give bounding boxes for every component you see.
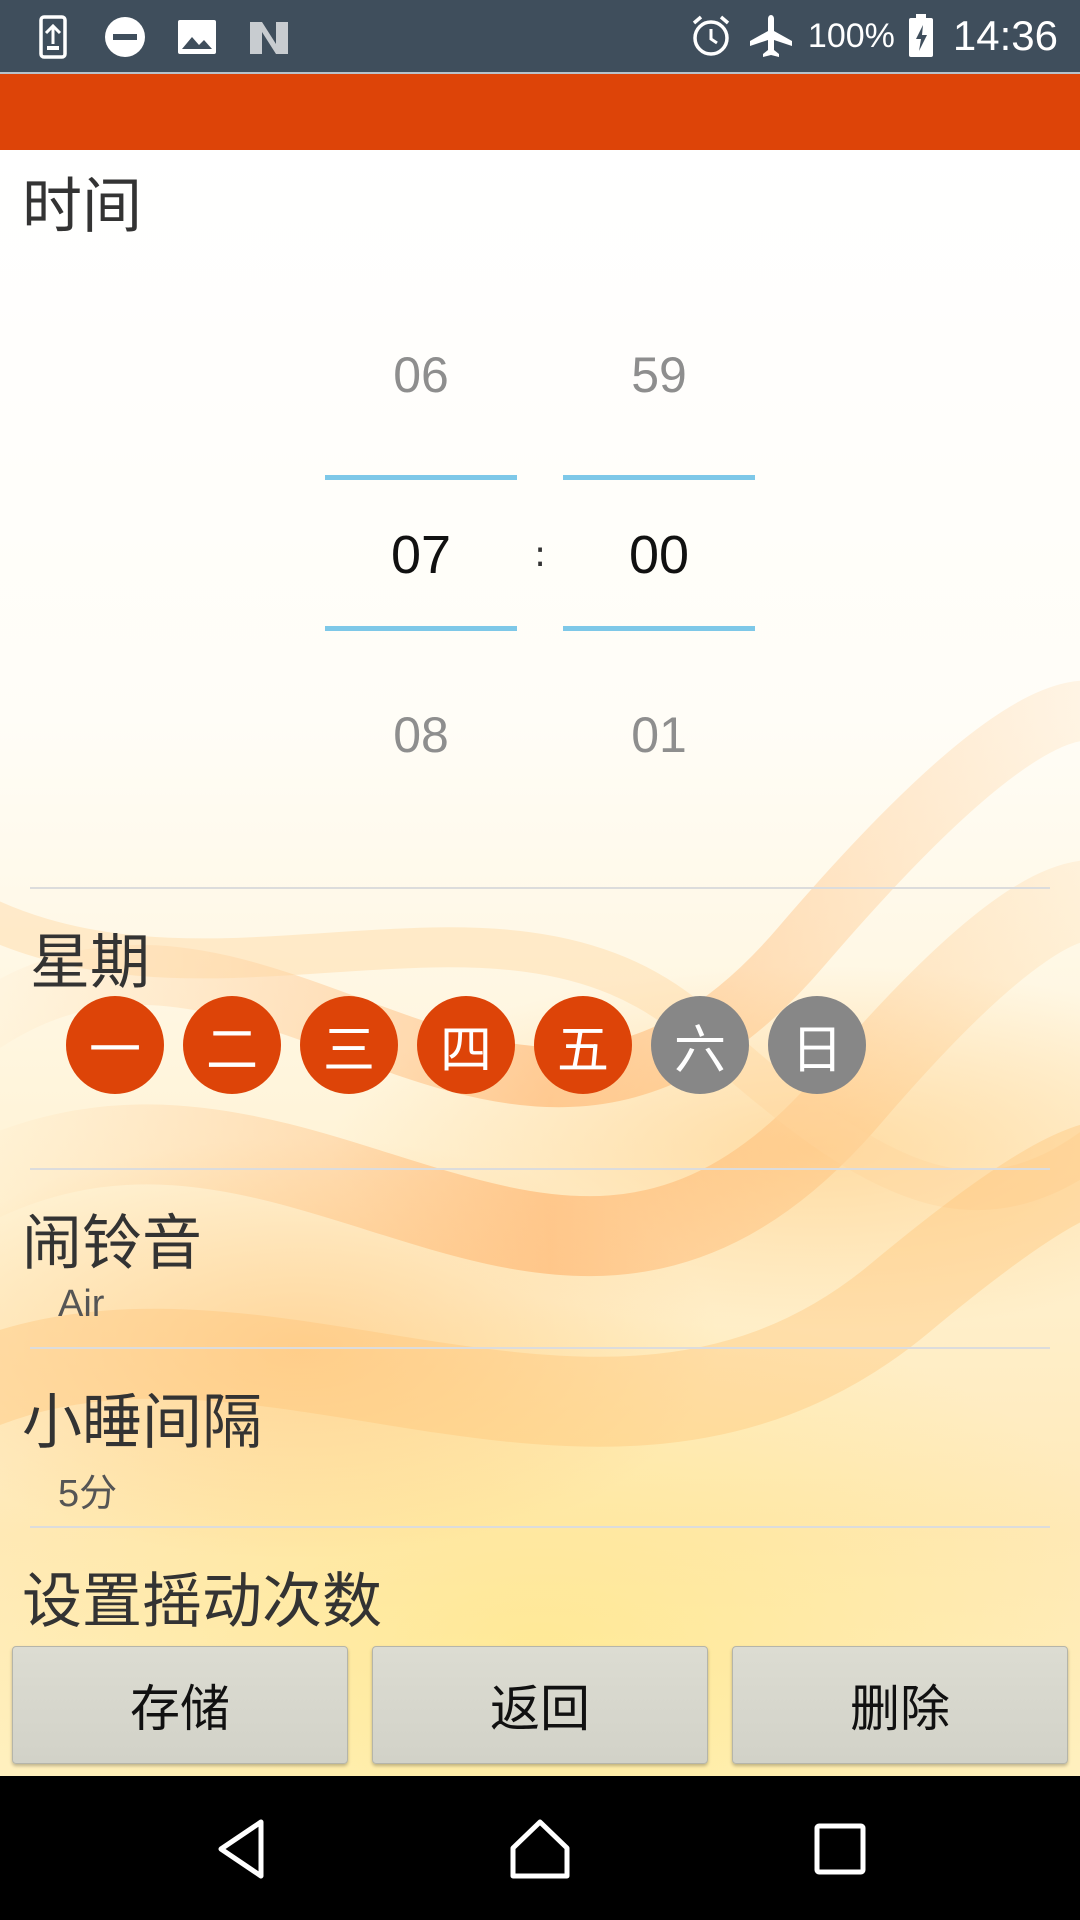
image-icon bbox=[178, 20, 216, 54]
weekday-toggle[interactable]: 四 bbox=[417, 996, 515, 1094]
snooze-title: 小睡间隔 bbox=[22, 1388, 262, 1458]
shake-count-setting[interactable]: 设置摇动次数 bbox=[22, 1553, 382, 1640]
action-bar bbox=[0, 72, 1080, 150]
battery-percentage: 100% bbox=[807, 16, 895, 55]
recents-icon[interactable] bbox=[805, 1814, 875, 1884]
hour-selected[interactable]: 07 bbox=[325, 524, 517, 586]
back-icon[interactable] bbox=[207, 1814, 277, 1884]
clock-time: 14:36 bbox=[952, 12, 1058, 59]
minute-next[interactable]: 01 bbox=[563, 706, 755, 764]
do-not-disturb-icon bbox=[105, 17, 145, 57]
time-section-title: 时间 bbox=[22, 172, 142, 242]
minute-selected[interactable]: 00 bbox=[563, 524, 755, 586]
divider bbox=[30, 1168, 1050, 1170]
divider bbox=[30, 887, 1050, 889]
snooze-value: 5分 bbox=[58, 1473, 118, 1515]
weekday-toggle[interactable]: 六 bbox=[651, 996, 749, 1094]
hour-next[interactable]: 08 bbox=[325, 706, 517, 764]
delete-button[interactable]: 删除 bbox=[732, 1646, 1068, 1764]
hour-divider-top bbox=[325, 475, 517, 480]
minute-prev[interactable]: 59 bbox=[563, 346, 755, 404]
home-icon[interactable] bbox=[505, 1814, 575, 1884]
minute-divider-top bbox=[563, 475, 755, 480]
battery-charging-icon bbox=[908, 14, 933, 57]
divider bbox=[30, 1526, 1050, 1528]
n-logo-icon bbox=[250, 22, 288, 54]
back-button[interactable]: 返回 bbox=[372, 1646, 708, 1764]
save-button[interactable]: 存储 bbox=[12, 1646, 348, 1764]
weekday-toggle[interactable]: 二 bbox=[183, 996, 281, 1094]
divider bbox=[30, 1347, 1050, 1349]
hour-prev[interactable]: 06 bbox=[325, 346, 517, 404]
weekday-toggle[interactable]: 一 bbox=[66, 996, 164, 1094]
weekday-toggle[interactable]: 三 bbox=[300, 996, 398, 1094]
status-bar: 100% 14:36 bbox=[0, 0, 1080, 72]
background-wallpaper bbox=[0, 148, 1080, 1778]
minute-divider-bottom bbox=[563, 626, 755, 631]
navigation-bar bbox=[0, 1776, 1080, 1920]
ringtone-value: Air bbox=[58, 1283, 105, 1325]
hour-divider-bottom bbox=[325, 626, 517, 631]
usb-transfer-icon bbox=[39, 15, 67, 59]
alarm-icon bbox=[692, 15, 730, 56]
weekday-section-title: 星期 bbox=[30, 928, 150, 998]
weekday-toggle[interactable]: 日 bbox=[768, 996, 866, 1094]
weekday-toggle[interactable]: 五 bbox=[534, 996, 632, 1094]
airplane-icon bbox=[749, 15, 792, 57]
ringtone-title: 闹铃音 bbox=[22, 1209, 202, 1279]
time-separator: : bbox=[534, 534, 547, 575]
